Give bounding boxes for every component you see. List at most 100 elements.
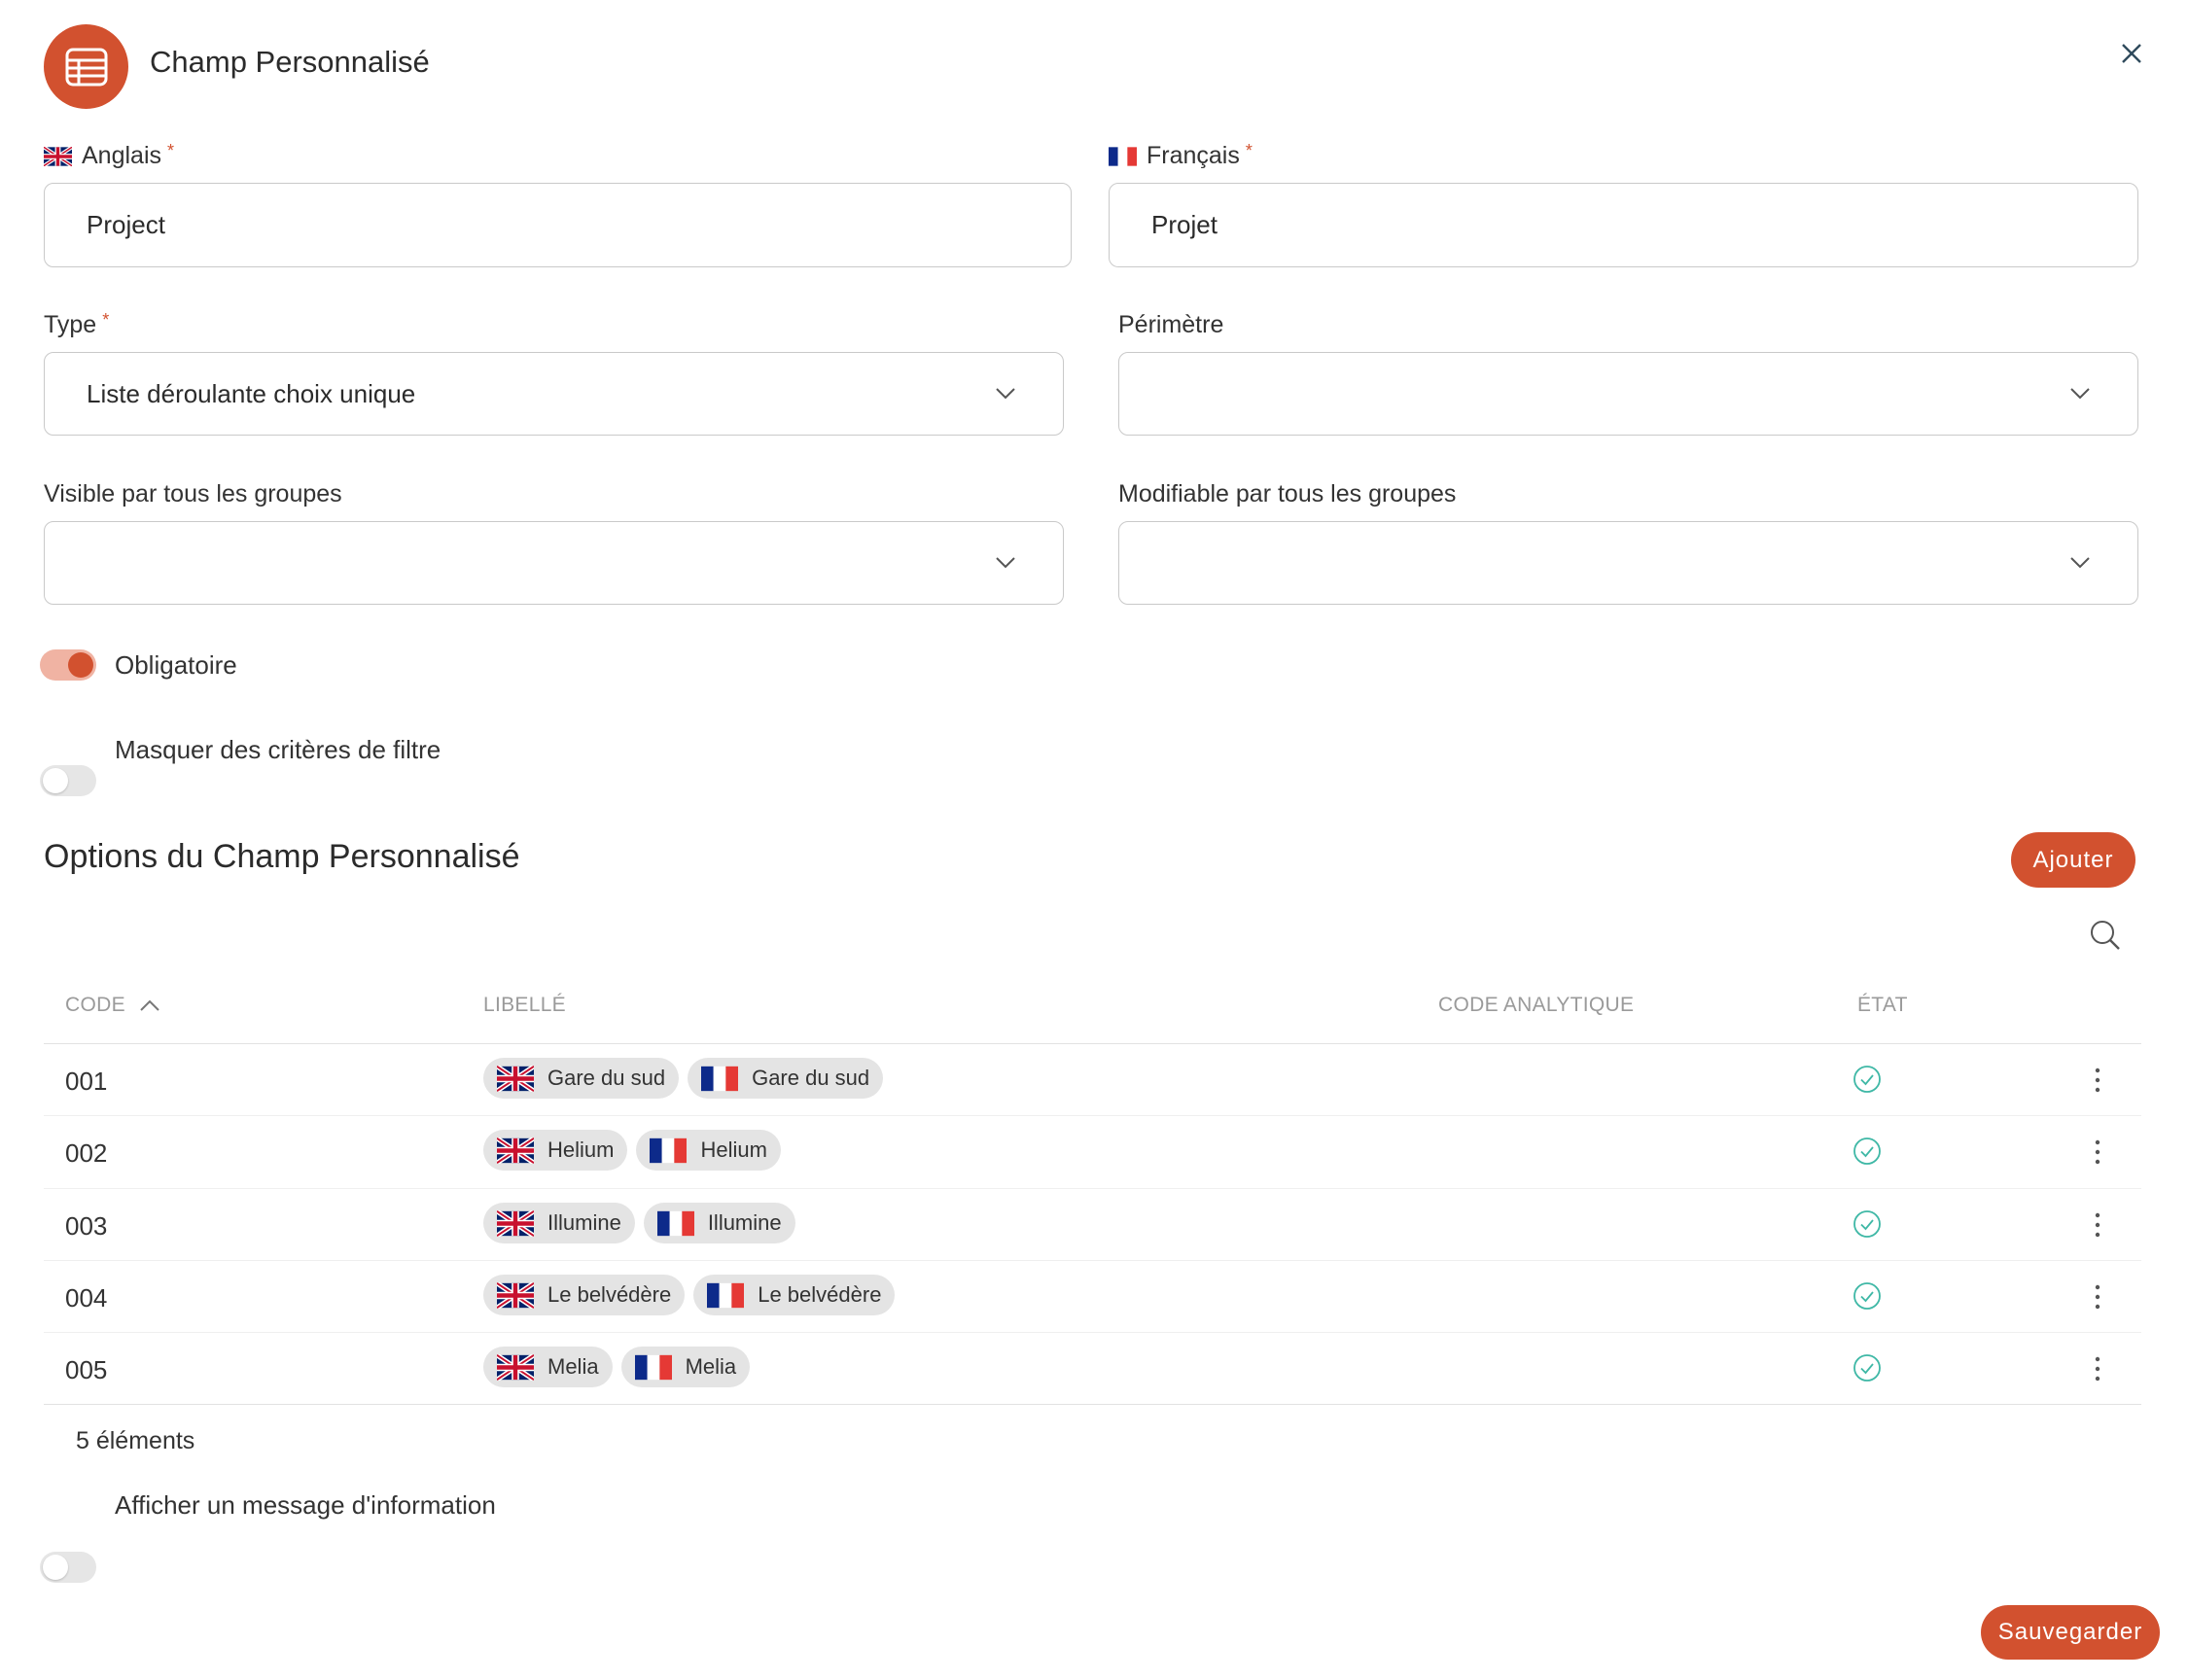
fr-flag-icon xyxy=(707,1282,745,1308)
visible-groups-select[interactable] xyxy=(44,521,1064,605)
visible-label: Visible par tous les groupes xyxy=(44,480,342,508)
label-chip-fr: Le belvédère xyxy=(693,1275,896,1315)
more-vertical-icon xyxy=(2095,1068,2100,1093)
perimeter-select[interactable] xyxy=(1118,352,2138,436)
type-select[interactable]: Liste déroulante choix unique xyxy=(44,352,1064,436)
label-chip-fr: Gare du sud xyxy=(688,1058,884,1099)
editable-label-row: Modifiable par tous les groupes xyxy=(1118,480,1456,508)
english-label-row: Anglais * xyxy=(44,141,174,170)
visible-label-row: Visible par tous les groupes xyxy=(44,480,342,508)
page-title: Champ Personnalisé xyxy=(150,45,430,79)
row-code: 003 xyxy=(65,1211,108,1241)
more-vertical-icon xyxy=(2095,1139,2100,1165)
info-message-label: Afficher un message d'information xyxy=(115,1490,496,1520)
label-chip-en: Illumine xyxy=(483,1203,635,1243)
check-circle-icon xyxy=(1853,1138,1881,1165)
uk-flag-icon xyxy=(497,1353,534,1381)
row-actions-button[interactable] xyxy=(2083,1280,2112,1313)
row-label-chips: Melia Melia xyxy=(483,1347,751,1387)
row-actions-button[interactable] xyxy=(2083,1352,2112,1385)
more-vertical-icon xyxy=(2095,1284,2100,1310)
french-label: Français xyxy=(1147,142,1240,169)
mandatory-label: Obligatoire xyxy=(115,650,237,680)
column-header-label[interactable]: LIBELLÉ xyxy=(483,994,566,1017)
row-divider xyxy=(44,1115,2141,1116)
editable-label: Modifiable par tous les groupes xyxy=(1118,480,1457,508)
fr-flag-icon xyxy=(656,1210,694,1236)
uk-flag-icon xyxy=(497,1137,534,1164)
toggle-knob xyxy=(68,652,93,678)
label-chip-text: Le belvédère xyxy=(758,1282,882,1307)
more-vertical-icon xyxy=(2095,1356,2100,1382)
column-header-state-text: ÉTAT xyxy=(1857,994,1908,1016)
label-chip-en: Melia xyxy=(483,1347,613,1387)
row-actions-button[interactable] xyxy=(2083,1136,2112,1169)
row-divider xyxy=(44,1332,2141,1333)
french-input[interactable]: Projet xyxy=(1109,183,2138,267)
french-label-row: Français * xyxy=(1109,141,1253,170)
check-circle-icon xyxy=(1853,1210,1881,1238)
column-header-analytic-text: CODE ANALYTIQUE xyxy=(1438,994,1635,1016)
label-chip-en: Gare du sud xyxy=(483,1058,680,1099)
uk-flag-icon xyxy=(497,1209,534,1237)
label-chip-text: Illumine xyxy=(707,1210,782,1235)
row-label-chips: Le belvédère Le belvédère xyxy=(483,1275,896,1315)
table-icon xyxy=(65,48,107,86)
add-button[interactable]: Ajouter xyxy=(2011,832,2135,888)
info-message-toggle[interactable] xyxy=(40,1552,96,1583)
fr-flag-icon xyxy=(634,1354,672,1380)
row-code: 005 xyxy=(65,1355,108,1384)
column-header-code[interactable]: CODE xyxy=(65,994,160,1017)
label-chip-text: Melia xyxy=(685,1354,737,1379)
row-label-chips: Gare du sud Gare du sud xyxy=(483,1058,884,1099)
fr-flag-icon xyxy=(650,1138,688,1163)
chevron-down-icon xyxy=(996,557,1015,569)
hide-filter-label: Masquer des critères de filtre xyxy=(115,735,441,764)
editable-groups-select[interactable] xyxy=(1118,521,2138,605)
label-chip-text: Illumine xyxy=(547,1210,621,1235)
column-header-code-label: CODE xyxy=(65,994,125,1016)
label-chip-en: Le belvédère xyxy=(483,1275,686,1315)
search-button[interactable] xyxy=(2089,919,2122,952)
mandatory-toggle[interactable] xyxy=(40,649,96,681)
chevron-down-icon xyxy=(2070,388,2090,400)
type-select-value: Liste déroulante choix unique xyxy=(87,378,416,408)
english-input-value: Project xyxy=(87,210,165,239)
label-chip-fr: Helium xyxy=(636,1130,781,1171)
label-chip-text: Le belvédère xyxy=(547,1282,672,1307)
label-chip-text: Gare du sud xyxy=(547,1066,666,1090)
fr-flag-icon xyxy=(701,1066,739,1091)
search-icon xyxy=(2091,921,2120,950)
label-chip-text: Melia xyxy=(547,1354,599,1379)
column-header-state[interactable]: ÉTAT xyxy=(1857,994,1908,1017)
table-header-divider xyxy=(44,1043,2141,1044)
chevron-down-icon xyxy=(2070,557,2090,569)
save-button[interactable]: Sauvegarder xyxy=(1981,1605,2160,1660)
column-header-analytic[interactable]: CODE ANALYTIQUE xyxy=(1438,994,1634,1017)
label-chip-fr: Illumine xyxy=(643,1203,795,1243)
type-label: Type xyxy=(44,311,97,338)
label-chip-text: Helium xyxy=(547,1138,615,1162)
more-vertical-icon xyxy=(2095,1212,2100,1238)
row-label-chips: Helium Helium xyxy=(483,1130,781,1171)
close-icon xyxy=(2122,44,2141,63)
hide-filter-toggle[interactable] xyxy=(40,765,96,796)
required-marker: * xyxy=(1245,141,1253,160)
perimeter-label-row: Périmètre xyxy=(1118,311,1223,339)
options-section-title: Options du Champ Personnalisé xyxy=(44,838,520,875)
close-button[interactable] xyxy=(2115,37,2148,70)
column-header-label-text: LIBELLÉ xyxy=(483,994,566,1016)
perimeter-label: Périmètre xyxy=(1118,311,1224,338)
type-label-row: Type * xyxy=(44,310,109,339)
table-bottom-divider xyxy=(44,1404,2141,1405)
uk-flag-icon xyxy=(44,146,72,166)
row-divider xyxy=(44,1260,2141,1261)
chevron-down-icon xyxy=(996,388,1015,400)
check-circle-icon xyxy=(1853,1354,1881,1382)
english-input[interactable]: Project xyxy=(44,183,1072,267)
row-label-chips: Illumine Illumine xyxy=(483,1203,795,1243)
row-actions-button[interactable] xyxy=(2083,1064,2112,1097)
check-circle-icon xyxy=(1853,1282,1881,1310)
label-chip-text: Helium xyxy=(700,1138,767,1162)
row-actions-button[interactable] xyxy=(2083,1208,2112,1242)
